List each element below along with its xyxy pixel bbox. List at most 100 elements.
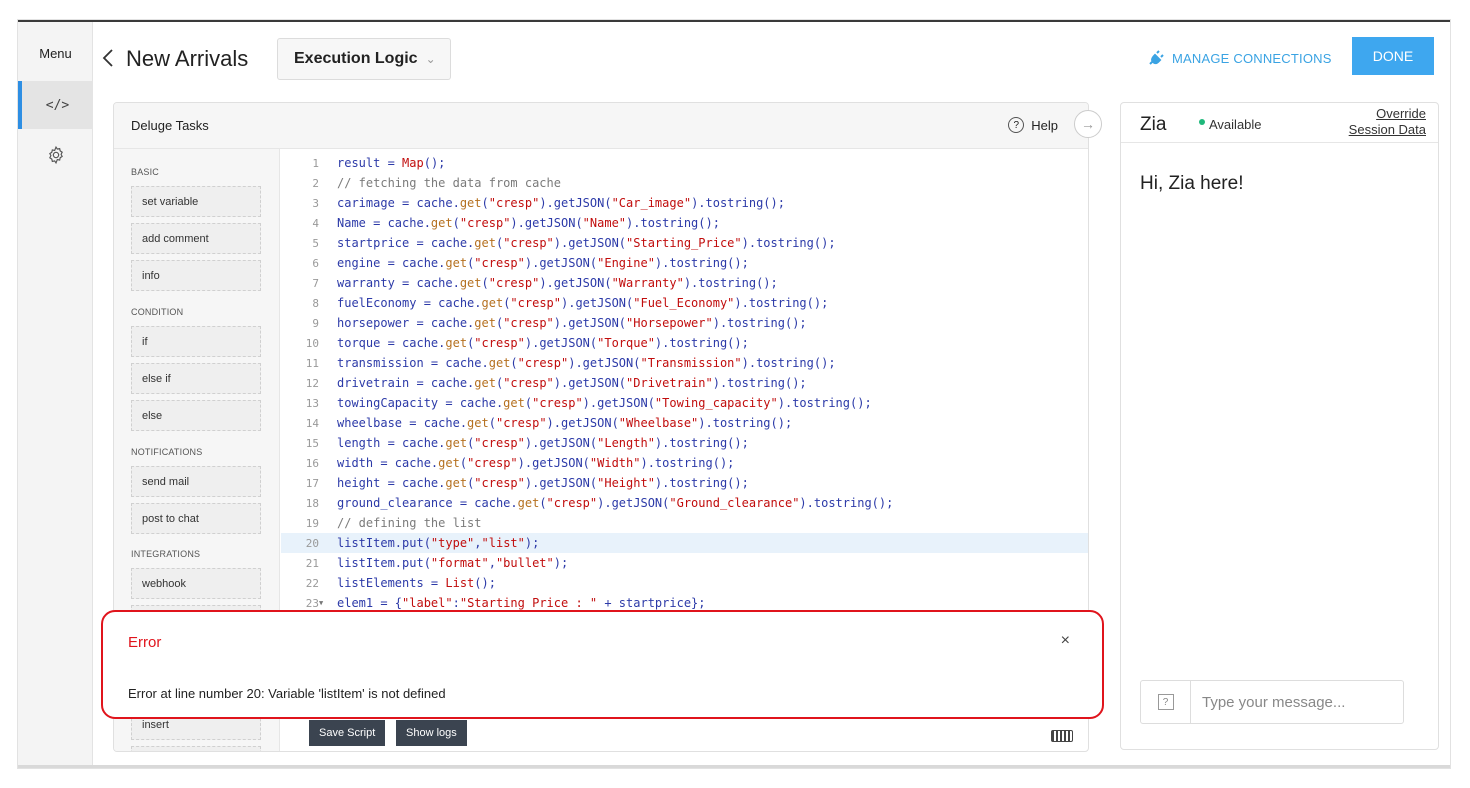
chat-input[interactable] (1191, 693, 1391, 711)
show-logs-button[interactable]: Show logs (396, 720, 467, 746)
close-icon[interactable]: × (1061, 632, 1070, 650)
task-if[interactable]: if (131, 326, 261, 357)
plug-icon (1149, 50, 1164, 65)
line-number: 21 (305, 556, 319, 570)
code-text: warranty = cache.get("cresp").getJSON("W… (337, 276, 778, 290)
code-text: width = cache.get("cresp").getJSON("Widt… (337, 456, 735, 470)
panel-header: Deluge Tasks (114, 103, 1088, 149)
task-set-variable[interactable]: set variable (131, 186, 261, 217)
help-link[interactable]: ? Help (1008, 117, 1058, 133)
code-text: height = cache.get("cresp").getJSON("Hei… (337, 476, 749, 490)
back-chevron-icon[interactable] (101, 48, 115, 68)
line-number: 20 (305, 536, 319, 550)
help-label: Help (1031, 117, 1058, 133)
code-line[interactable]: 8 fuelEconomy = cache.get("cresp").getJSO… (281, 293, 1088, 313)
view-select-dropdown[interactable]: Execution Logic ⌄ (277, 38, 451, 80)
menu-button[interactable]: Menu (18, 46, 93, 61)
code-text: engine = cache.get("cresp").getJSON("Eng… (337, 256, 749, 270)
help-icon[interactable]: ? (1141, 681, 1191, 723)
code-text: listItem.put("type","list"); (337, 536, 540, 550)
line-number: 1 (312, 156, 319, 170)
error-message: Error at line number 20: Variable 'listI… (128, 686, 446, 701)
code-line[interactable]: 22 listElements = List(); (281, 573, 1088, 593)
category-notifications: NOTIFICATIONS (131, 447, 203, 457)
code-line[interactable]: 14 wheelbase = cache.get("cresp").getJSON… (281, 413, 1088, 433)
code-text: startprice = cache.get("cresp").getJSON(… (337, 236, 836, 250)
code-text: ground_clearance = cache.get("cresp").ge… (337, 496, 894, 510)
panel-title: Deluge Tasks (131, 118, 209, 133)
code-line[interactable]: 13 towingCapacity = cache.get("cresp").ge… (281, 393, 1088, 413)
task-post-to-chat[interactable]: post to chat (131, 503, 261, 534)
code-text: wheelbase = cache.get("cresp").getJSON("… (337, 416, 793, 430)
code-line[interactable]: 11 transmission = cache.get("cresp").getJ… (281, 353, 1088, 373)
code-line[interactable]: 19 // defining the list (281, 513, 1088, 533)
code-line[interactable]: 15 length = cache.get("cresp").getJSON("L… (281, 433, 1088, 453)
code-text: length = cache.get("cresp").getJSON("Len… (337, 436, 749, 450)
task-send-mail[interactable]: send mail (131, 466, 261, 497)
code-text: result = Map(); (337, 156, 446, 170)
code-line[interactable]: 6 engine = cache.get("cresp").getJSON("En… (281, 253, 1088, 273)
keyboard-icon[interactable] (1051, 730, 1073, 742)
code-text: towingCapacity = cache.get("cresp").getJ… (337, 396, 872, 410)
task-info[interactable]: info (131, 260, 261, 291)
code-line[interactable]: 7 warranty = cache.get("cresp").getJSON("… (281, 273, 1088, 293)
code-line[interactable]: 4 Name = cache.get("cresp").getJSON("Name… (281, 213, 1088, 233)
code-text: // defining the list (337, 516, 482, 530)
category-integrations: INTEGRATIONS (131, 549, 201, 559)
line-number: 4 (312, 216, 319, 230)
code-text: torque = cache.get("cresp").getJSON("Tor… (337, 336, 749, 350)
zia-greeting: Hi, Zia here! (1140, 173, 1244, 194)
manage-connections-link[interactable]: MANAGE CONNECTIONS (1148, 50, 1332, 66)
save-script-button[interactable]: Save Script (309, 720, 386, 746)
line-number: 12 (305, 376, 319, 390)
line-number: 11 (305, 356, 319, 370)
code-text: transmission = cache.get("cresp").getJSO… (337, 356, 836, 370)
line-number: 23 (305, 596, 319, 610)
help-glyph: ? (1157, 694, 1174, 710)
line-number: 10 (305, 336, 319, 350)
line-number: 17 (305, 476, 319, 490)
line-number: 3 (312, 196, 319, 210)
code-icon[interactable]: </> (18, 81, 93, 129)
task-else-if[interactable]: else if (131, 363, 261, 394)
code-line[interactable]: 17 height = cache.get("cresp").getJSON("H… (281, 473, 1088, 493)
line-number: 19 (305, 516, 319, 530)
done-button[interactable]: DONE (1352, 37, 1434, 75)
code-line[interactable]: 10 torque = cache.get("cresp").getJSON("T… (281, 333, 1088, 353)
code-text: fuelEconomy = cache.get("cresp").getJSON… (337, 296, 829, 310)
line-number: 22 (305, 576, 319, 590)
code-line[interactable]: 9 horsepower = cache.get("cresp").getJSON… (281, 313, 1088, 333)
error-title: Error (128, 634, 162, 651)
status-label: Available (1209, 117, 1262, 132)
override-session-link[interactable]: Override Session Data (1349, 106, 1426, 138)
task-partial-bottom[interactable] (131, 746, 261, 751)
override-line2: Session Data (1348, 122, 1426, 137)
code-text: horsepower = cache.get("cresp").getJSON(… (337, 316, 807, 330)
code-line[interactable]: 18 ground_clearance = cache.get("cresp").… (281, 493, 1088, 513)
chevron-down-icon: ⌄ (425, 52, 436, 66)
line-number: 16 (305, 456, 319, 470)
code-line[interactable]: 20 listItem.put("type","list"); (281, 533, 1088, 553)
gear-icon[interactable] (18, 131, 93, 179)
task-else[interactable]: else (131, 400, 261, 431)
code-line[interactable]: 21 listItem.put("format","bullet"); (281, 553, 1088, 573)
task-webhook[interactable]: webhook (131, 568, 261, 599)
code-text: listElements = List(); (337, 576, 496, 590)
code-line[interactable]: 16 width = cache.get("cresp").getJSON("Wi… (281, 453, 1088, 473)
task-add-comment[interactable]: add comment (131, 223, 261, 254)
editor-footer: Save Script Show logs (281, 715, 1088, 751)
code-line[interactable]: 12 drivetrain = cache.get("cresp").getJSO… (281, 373, 1088, 393)
line-number: 13 (305, 396, 319, 410)
override-line1: Override (1376, 106, 1426, 121)
error-dialog: Error × Error at line number 20: Variabl… (101, 610, 1104, 719)
code-line[interactable]: 5 startprice = cache.get("cresp").getJSON… (281, 233, 1088, 253)
category-basic: BASIC (131, 167, 160, 177)
line-number: 15 (305, 436, 319, 450)
code-line[interactable]: 1 result = Map(); (281, 153, 1088, 173)
line-number: 18 (305, 496, 319, 510)
code-text: elem1 = {"label":"Starting Price : " + s… (337, 596, 706, 610)
code-editor[interactable]: 1 result = Map(); 2 // fetching the data fr… (281, 149, 1088, 619)
code-line[interactable]: 3 carimage = cache.get("cresp").getJSON("… (281, 193, 1088, 213)
code-line[interactable]: 2 // fetching the data from cache (281, 173, 1088, 193)
collapse-arrow-icon[interactable]: → (1074, 110, 1102, 138)
